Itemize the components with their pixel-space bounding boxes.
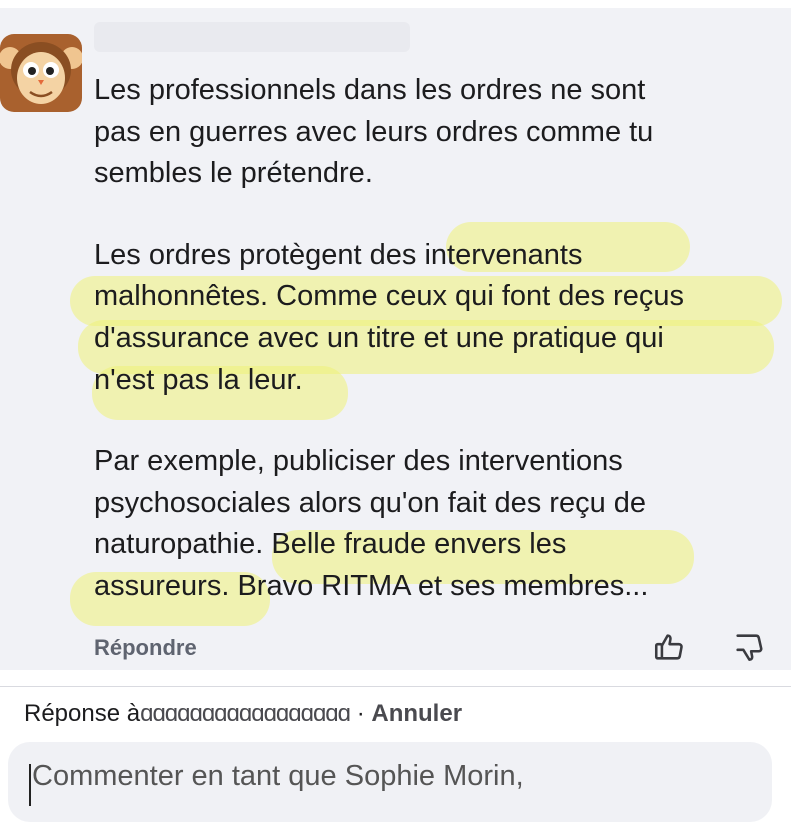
reply-target-name[interactable]: ɑɑɑɑɑɑɑɑɑɑɑɑɑɑɑɑɑ <box>140 700 351 727</box>
text-caret <box>29 764 31 806</box>
reply-button[interactable]: Répondre <box>94 635 197 661</box>
top-strip <box>0 0 791 8</box>
separator-dot: · <box>356 700 365 727</box>
comment-body: Les professionnels dans les ordres ne so… <box>70 70 784 626</box>
monkey-avatar-icon[interactable] <box>0 34 82 112</box>
thumbs-up-icon[interactable] <box>652 630 686 664</box>
comment-paragraph: Les professionnels dans les ordres ne so… <box>94 74 654 190</box>
author-name-redacted[interactable] <box>94 22 410 52</box>
reply-bar: Réponse àɑɑɑɑɑɑɑɑɑɑɑɑɑɑɑɑɑ · Annuler <box>24 700 462 728</box>
divider <box>0 686 791 687</box>
reply-prefix: Réponse à <box>24 700 141 727</box>
comment-composer[interactable] <box>8 742 772 822</box>
comment-card: Les professionnels dans les ordres ne so… <box>0 8 791 670</box>
comment-paragraph: Par exemple, publiciser des intervention… <box>94 445 649 602</box>
comment-input[interactable] <box>32 760 752 793</box>
cancel-button[interactable]: Annuler <box>371 700 462 727</box>
thumbs-down-icon[interactable] <box>732 630 766 664</box>
comment-paragraph: Les ordres protègent des intervenants ma… <box>94 238 684 396</box>
